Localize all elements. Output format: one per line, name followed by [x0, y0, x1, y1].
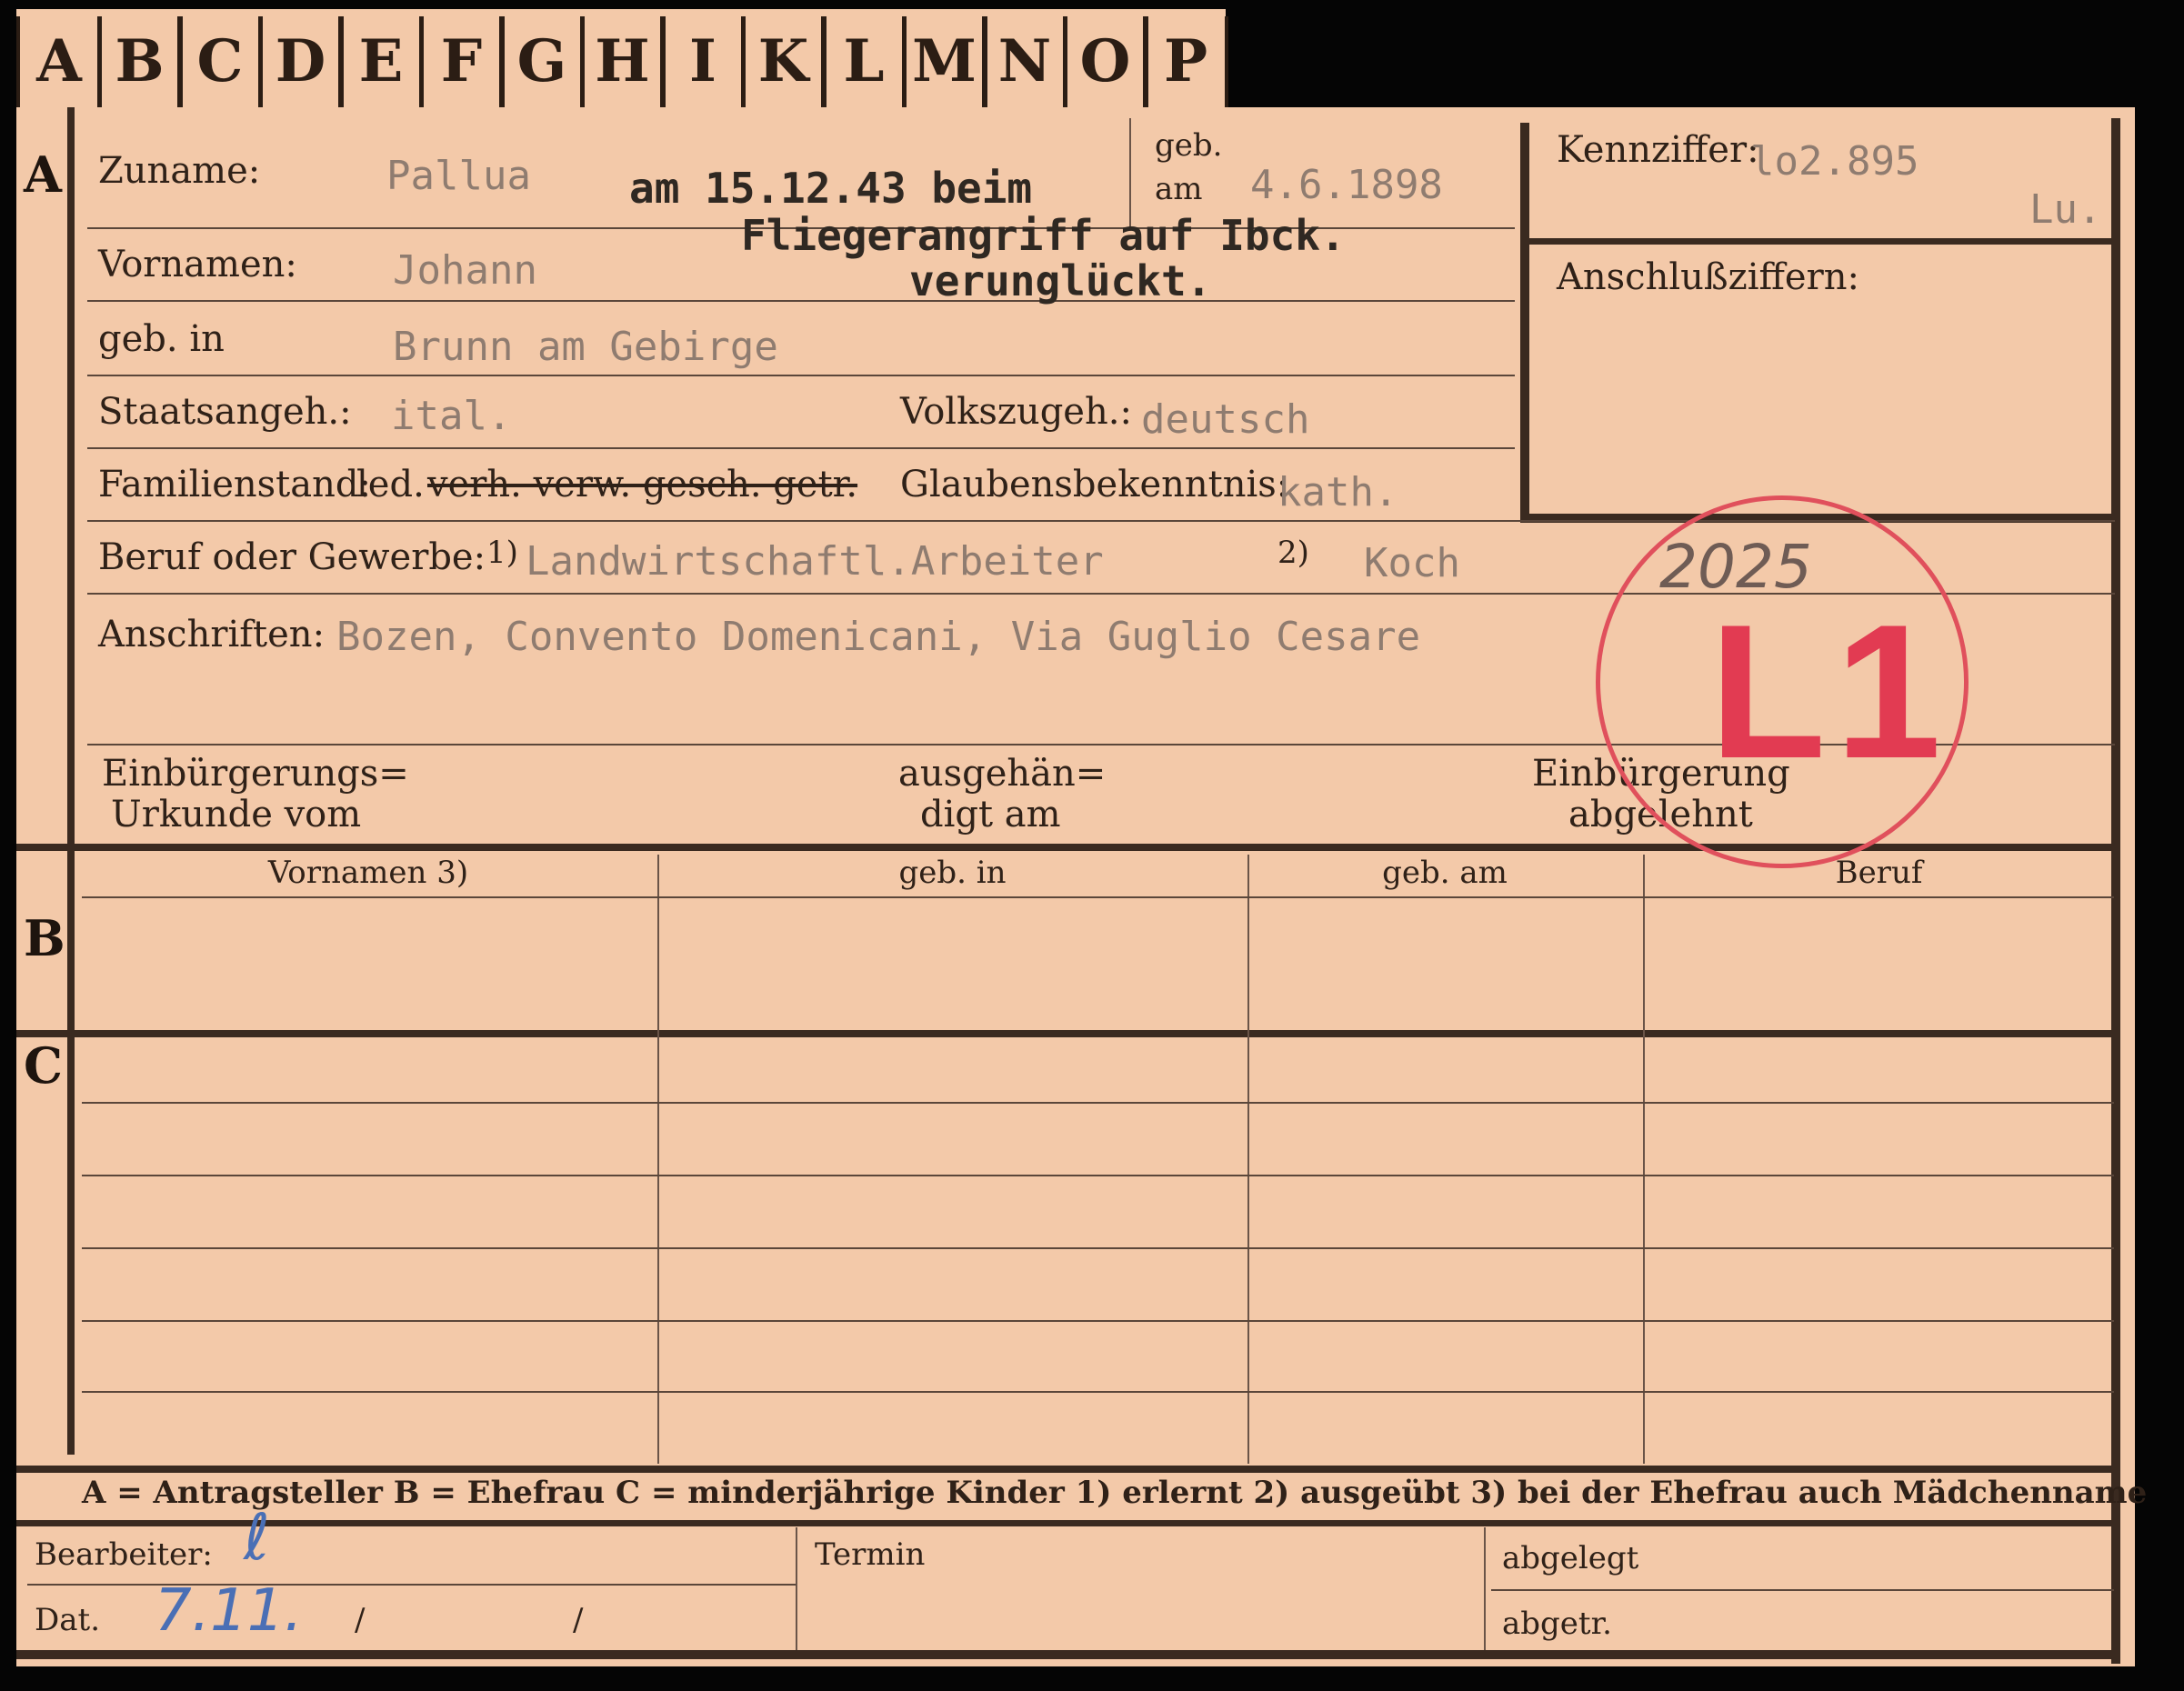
footer-col-rule-2 [1484, 1527, 1486, 1650]
table-row-rule [82, 1247, 2114, 1249]
right-frame-rule [2111, 118, 2120, 1664]
footer-col-rule-1 [796, 1527, 797, 1650]
index-tab-e: E [338, 16, 424, 107]
beruf-value-2: Koch [1364, 540, 1460, 586]
beruf-label: Beruf oder Gewerbe: [98, 536, 486, 578]
section-a-marker: A [24, 145, 62, 204]
index-tab-c: C [177, 16, 263, 107]
index-tab-n: N [982, 16, 1067, 107]
bearbeiter-pen-mark: ℓ [244, 1500, 270, 1575]
kennziffer-label: Kennziffer: [1557, 129, 1759, 171]
vornamen-label: Vornamen: [98, 244, 297, 285]
einbuergerung-label-1: Einbürgerungs= [102, 753, 409, 795]
zuname-value: Pallua [386, 153, 531, 199]
zuname-label: Zuname: [98, 150, 261, 192]
kennziffer-box-left [1520, 123, 1529, 523]
ausgehaendigt-label-2: digt am [920, 794, 1061, 835]
index-tab-k: K [740, 16, 827, 107]
col-header-geb-am: geb. am [1382, 855, 1508, 891]
vornamen-value: Johann [393, 247, 537, 294]
stamp-code: L1 [1709, 585, 1951, 798]
index-tab-p: P [1143, 16, 1228, 107]
staatsangeh-label: Staatsangeh.: [98, 391, 352, 433]
familienstand-label: Familienstand: [98, 464, 371, 505]
col-rule-3 [1643, 855, 1645, 1464]
table-header-rule [82, 896, 2114, 898]
legend-text: A = Antragsteller B = Ehefrau C = minder… [82, 1475, 2148, 1511]
card-bottom-rule [16, 1650, 2120, 1659]
dat-slash-1: / [355, 1602, 366, 1638]
anschriften-value: Bozen, Convento Domenicani, Via Guglio C… [336, 614, 1421, 660]
einbuergerung-label-2: Urkunde vom [111, 794, 362, 835]
index-tab-strip: ABCDEFGHIKLMNOP [16, 9, 1228, 109]
col-header-vornamen: Vornamen 3) [267, 855, 469, 891]
geb-in-value: Brunn am Gebirge [393, 324, 778, 370]
am-label: am [1155, 171, 1203, 207]
row-rule [87, 375, 1515, 376]
kennziffer-suffix: Lu. [2029, 186, 2102, 233]
ausgehaendigt-label-1: ausgehän= [898, 753, 1107, 795]
section-b-marker: B [24, 909, 65, 967]
typed-note-line-1: am 15.12.43 beim [629, 164, 1033, 213]
index-tab-m: M [901, 16, 987, 107]
beruf-value-1: Landwirtschaftl.Arbeiter [526, 538, 1104, 585]
col-rule-1 [657, 855, 659, 1464]
index-tab-l: L [821, 16, 907, 107]
index-tab-a: A [16, 16, 102, 107]
table-row-rule [82, 1320, 2114, 1322]
legend-bottom-rule [16, 1520, 2120, 1526]
typed-note-line-3: verunglückt. [909, 256, 1212, 305]
anschriften-label: Anschriften: [98, 614, 326, 655]
kennziffer-divider [1528, 238, 2119, 245]
volkszugeh-value: deutsch [1141, 396, 1310, 443]
col-header-beruf: Beruf [1835, 855, 1923, 891]
index-tab-i: I [660, 16, 746, 107]
index-tab-b: B [96, 16, 183, 107]
index-tab-f: F [418, 16, 505, 107]
abgelegt-label: abgelegt [1502, 1540, 1639, 1576]
glauben-value: kath. [1277, 469, 1398, 515]
footer-row-rule [1491, 1589, 2114, 1591]
kennziffer-value: lo2.895 [1750, 138, 1919, 185]
table-row-rule [82, 1102, 2114, 1104]
bearbeiter-label: Bearbeiter: [35, 1536, 213, 1573]
left-margin-rule [67, 107, 75, 844]
anschlussziffern-label: Anschlußziffern: [1557, 256, 1859, 298]
section-c-marker: C [24, 1036, 63, 1095]
footer-row-rule [27, 1584, 796, 1586]
dat-handwritten-value: 7.11. [155, 1577, 303, 1645]
row-rule [87, 447, 1515, 449]
index-tab-g: G [499, 16, 585, 107]
index-tab-h: H [579, 16, 666, 107]
typed-note-line-2: Fliegerangriff auf Ibck. [741, 211, 1346, 260]
section-c-separator [16, 1030, 2120, 1037]
table-row-rule [82, 1391, 2114, 1393]
abgetr-label: abgetr. [1502, 1606, 1612, 1642]
staatsangeh-value: ital. [391, 393, 512, 439]
geb-in-label: geb. in [98, 318, 225, 360]
dat-label: Dat. [35, 1602, 101, 1638]
row-rule [87, 300, 1515, 302]
beruf-footnote-1: 1) [486, 535, 518, 571]
familienstand-struck-options: verh. verw. gesch. getr. [427, 464, 858, 505]
left-margin-rule-lower [67, 846, 75, 1455]
termin-label: Termin [815, 1536, 926, 1573]
col-rule-2 [1247, 855, 1249, 1464]
beruf-footnote-2: 2) [1277, 535, 1309, 571]
col-header-geb-in: geb. in [898, 855, 1007, 891]
index-tab-d: D [257, 16, 344, 107]
legend-top-rule [16, 1466, 2120, 1473]
index-tab-o: O [1062, 16, 1148, 107]
geb-label: geb. [1155, 127, 1223, 164]
geb-am-value: 4.6.1898 [1250, 162, 1443, 208]
familienstand-ledig: led. [356, 464, 425, 505]
glauben-label: Glaubensbekenntnis: [900, 464, 1289, 505]
dat-slash-2: / [573, 1602, 584, 1638]
volkszugeh-label: Volkszugeh.: [900, 391, 1132, 433]
table-row-rule [82, 1175, 2114, 1176]
